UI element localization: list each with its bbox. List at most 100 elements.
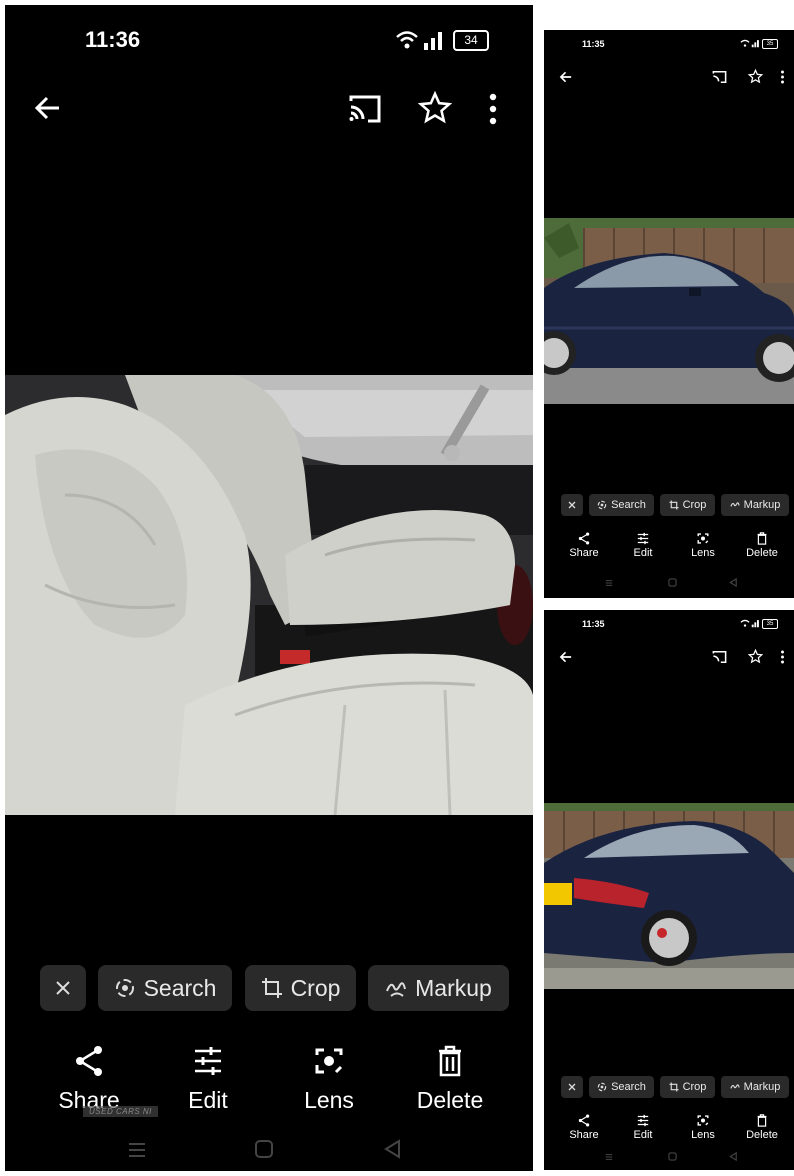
- back-nav-icon[interactable]: [383, 1139, 403, 1159]
- search-chip-label: Search: [611, 1081, 646, 1093]
- recent-apps-icon[interactable]: [605, 1153, 613, 1161]
- car-rear-photo[interactable]: [544, 803, 794, 989]
- edit-icon: [637, 532, 649, 545]
- markup-chip-button[interactable]: Markup: [721, 1076, 789, 1098]
- delete-icon: [757, 532, 767, 545]
- markup-chip-button[interactable]: Markup: [368, 965, 509, 1011]
- crop-chip-label: Crop: [682, 499, 707, 511]
- close-chip-button[interactable]: [561, 1076, 583, 1098]
- markup-chip-label: Markup: [743, 499, 781, 511]
- delete-label: Delete: [746, 1129, 778, 1141]
- markup-chip-label: Markup: [743, 1081, 781, 1093]
- more-vert-icon[interactable]: [780, 70, 785, 84]
- delete-icon: [439, 1045, 461, 1077]
- star-icon[interactable]: [748, 649, 763, 664]
- status-time: 11:35: [582, 619, 605, 629]
- lens-label: Lens: [691, 1129, 715, 1141]
- recent-apps-icon[interactable]: [127, 1141, 147, 1159]
- lens-action[interactable]: Lens: [683, 1114, 723, 1141]
- lens-icon: [697, 533, 709, 544]
- close-chip-button[interactable]: [40, 965, 86, 1011]
- top-phone-screenshot: 11:35 35 Search Crop Markup Share Edit L…: [544, 30, 794, 598]
- edit-label: Edit: [633, 1129, 653, 1141]
- share-icon: [76, 1046, 102, 1076]
- share-action[interactable]: Share: [564, 1114, 604, 1141]
- battery-level: 34: [464, 33, 478, 47]
- battery-level: 35: [766, 41, 774, 47]
- home-icon[interactable]: [254, 1139, 274, 1159]
- battery-icon: 35: [762, 619, 778, 629]
- lens-action[interactable]: Lens: [289, 1045, 369, 1114]
- crop-chip-label: Crop: [682, 1081, 707, 1093]
- edit-action[interactable]: Edit: [623, 532, 663, 559]
- search-chip-button[interactable]: Search: [589, 1076, 654, 1098]
- delete-action[interactable]: Delete: [742, 532, 782, 559]
- share-icon: [578, 532, 590, 545]
- share-action[interactable]: Share: [564, 532, 604, 559]
- back-arrow-icon[interactable]: [33, 93, 63, 123]
- markup-chip-label: Markup: [415, 974, 492, 1001]
- lens-action[interactable]: Lens: [683, 532, 723, 559]
- more-vert-icon[interactable]: [487, 93, 499, 125]
- cast-icon[interactable]: [348, 93, 382, 125]
- cast-icon[interactable]: [712, 650, 727, 664]
- recent-apps-icon[interactable]: [605, 579, 613, 587]
- close-icon: [56, 981, 70, 995]
- signal-icon: [424, 32, 442, 50]
- markup-icon: [730, 502, 740, 507]
- cast-icon[interactable]: [712, 70, 727, 84]
- delete-icon: [757, 1114, 767, 1127]
- delete-action[interactable]: Delete: [742, 1114, 782, 1141]
- crop-icon: [669, 1082, 679, 1092]
- search-chip-button[interactable]: Search: [589, 494, 654, 516]
- car-side-photo[interactable]: [544, 218, 794, 404]
- signal-icon: [751, 620, 759, 628]
- edit-action[interactable]: Edit: [623, 1114, 663, 1141]
- markup-chip-button[interactable]: Markup: [721, 494, 789, 516]
- close-icon: [568, 1083, 576, 1091]
- markup-icon: [386, 982, 407, 997]
- back-arrow-icon[interactable]: [559, 650, 573, 664]
- share-action[interactable]: Share: [49, 1045, 129, 1114]
- crop-chip-button[interactable]: Crop: [245, 965, 356, 1011]
- wifi-icon: [740, 39, 750, 47]
- delete-label: Delete: [746, 547, 778, 559]
- markup-icon: [730, 1084, 740, 1089]
- star-icon[interactable]: [418, 91, 452, 125]
- back-arrow-icon[interactable]: [559, 70, 573, 84]
- lens-icon: [315, 1048, 343, 1074]
- share-icon: [578, 1114, 590, 1127]
- status-time: 11:35: [582, 39, 605, 49]
- close-icon: [568, 501, 576, 509]
- crop-chip-button[interactable]: Crop: [660, 494, 715, 516]
- signal-icon: [751, 40, 759, 48]
- back-nav-icon[interactable]: [729, 1152, 738, 1161]
- search-chip-label: Search: [611, 499, 646, 511]
- search-chip-button[interactable]: Search: [98, 965, 232, 1011]
- battery-icon: 34: [453, 30, 489, 51]
- more-vert-icon[interactable]: [780, 650, 785, 664]
- crop-chip-button[interactable]: Crop: [660, 1076, 715, 1098]
- home-icon[interactable]: [668, 578, 677, 587]
- wifi-icon: [396, 31, 418, 49]
- edit-label: Edit: [633, 547, 653, 559]
- delete-action[interactable]: Delete: [410, 1045, 490, 1114]
- search-chip-label: Search: [143, 974, 217, 1001]
- back-nav-icon[interactable]: [729, 578, 738, 587]
- lens-search-icon: [115, 979, 134, 997]
- car-seat-photo[interactable]: [5, 375, 533, 815]
- delete-label: Delete: [416, 1087, 484, 1113]
- main-phone-screenshot: 11:36 34 Search Crop Markup Share Edit L…: [5, 5, 533, 1171]
- home-icon[interactable]: [668, 1152, 677, 1161]
- lens-icon: [697, 1115, 709, 1126]
- crop-chip-label: Crop: [290, 974, 341, 1001]
- crop-icon: [669, 500, 679, 510]
- close-chip-button[interactable]: [561, 494, 583, 516]
- edit-action[interactable]: Edit: [168, 1045, 248, 1114]
- lens-label: Lens: [304, 1087, 354, 1113]
- star-icon[interactable]: [748, 69, 763, 84]
- lens-search-icon: [597, 1082, 607, 1092]
- lens-search-icon: [597, 500, 607, 510]
- bottom-phone-screenshot: 11:35 35 Search Crop Markup Share Edit L…: [544, 610, 794, 1170]
- watermark: USED CARS NI: [83, 1106, 158, 1117]
